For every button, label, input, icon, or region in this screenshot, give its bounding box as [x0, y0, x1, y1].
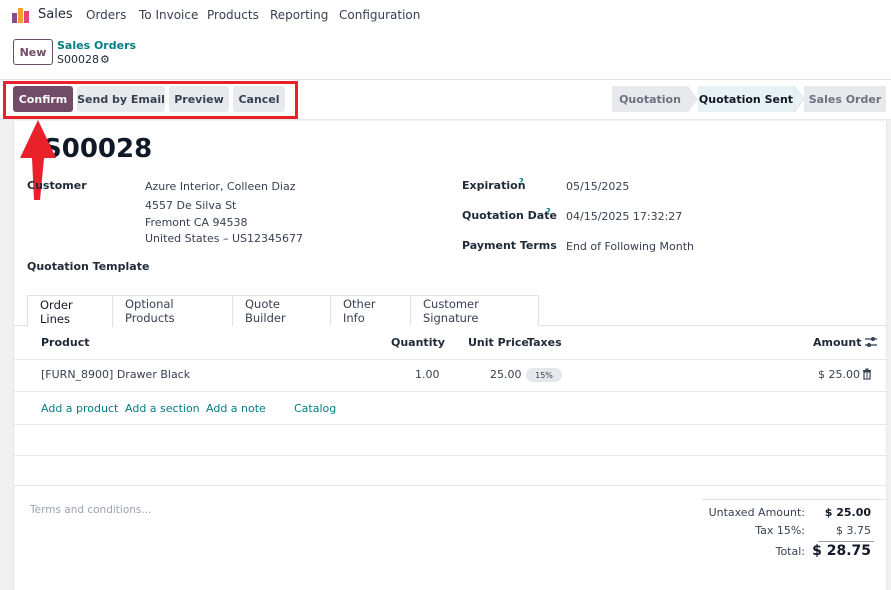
line-amount: $ 25.00: [818, 368, 860, 381]
tab-optional-products[interactable]: Optional Products: [113, 295, 233, 326]
row-divider: [14, 391, 887, 392]
nav-configuration[interactable]: Configuration: [339, 8, 420, 22]
gear-icon[interactable]: ⚙: [100, 53, 110, 66]
record-title: S00028: [43, 134, 153, 164]
top-navbar: Sales Orders To Invoice Products Reporti…: [0, 0, 891, 30]
help-icon[interactable]: ?: [546, 207, 551, 216]
status-separator: [794, 86, 804, 112]
tab-order-lines[interactable]: Order Lines: [27, 295, 113, 327]
expiration-label: Expiration: [462, 179, 526, 192]
nav-orders[interactable]: Orders: [86, 8, 126, 22]
add-note-link[interactable]: Add a note: [206, 402, 266, 415]
column-header-quantity[interactable]: Quantity: [391, 336, 445, 349]
customer-line[interactable]: Azure Interior, Colleen Diaz: [145, 180, 296, 193]
tab-quote-builder[interactable]: Quote Builder: [232, 295, 331, 326]
add-product-link[interactable]: Add a product: [41, 402, 118, 415]
nav-products[interactable]: Products: [207, 8, 259, 22]
breadcrumb-sales-orders[interactable]: Sales Orders: [57, 39, 136, 52]
status-quotation-sent[interactable]: Quotation Sent: [698, 86, 794, 112]
column-header-product[interactable]: Product: [41, 336, 90, 349]
column-header-unit-price[interactable]: Unit Price: [468, 336, 529, 349]
row-divider: [14, 359, 887, 360]
breadcrumb-current: S00028: [57, 53, 99, 66]
line-unit-price[interactable]: 25.00: [490, 368, 522, 381]
annotation-highlight-box: [3, 81, 298, 119]
tab-customer-signature[interactable]: Customer Signature: [410, 295, 539, 326]
total-label: Total:: [775, 545, 805, 558]
untaxed-amount-value: $ 25.00: [824, 506, 871, 519]
column-header-amount[interactable]: Amount: [813, 336, 861, 349]
new-button[interactable]: New: [13, 39, 53, 65]
customer-line: United States – US12345677: [145, 232, 304, 245]
payment-terms-label: Payment Terms: [462, 239, 557, 252]
terms-conditions-input[interactable]: Terms and conditions...: [30, 504, 151, 516]
help-icon[interactable]: ?: [519, 177, 524, 186]
tab-other-info[interactable]: Other Info: [331, 295, 411, 326]
customer-label: Customer: [27, 179, 87, 192]
tax-badge[interactable]: 15%: [526, 368, 562, 382]
totals-divider: [702, 499, 885, 500]
row-divider: [14, 485, 887, 486]
untaxed-amount-label: Untaxed Amount:: [708, 506, 805, 519]
optional-columns-toggle-icon[interactable]: [864, 336, 878, 348]
quotation-date-value[interactable]: 04/15/2025 17:32:27: [566, 210, 682, 223]
trash-icon[interactable]: [862, 368, 872, 380]
status-bar: Quotation Quotation Sent Sales Order: [612, 86, 886, 112]
customer-line: 4557 De Silva St: [145, 199, 237, 212]
tax-label: Tax 15%:: [755, 524, 805, 537]
column-header-taxes[interactable]: Taxes: [527, 336, 562, 349]
status-sales-order[interactable]: Sales Order: [804, 86, 886, 112]
control-panel: New Sales Orders S00028 ⚙: [0, 30, 891, 80]
row-divider: [14, 455, 887, 456]
add-section-link[interactable]: Add a section: [125, 402, 200, 415]
catalog-link[interactable]: Catalog: [294, 402, 336, 415]
nav-reporting[interactable]: Reporting: [270, 8, 328, 22]
payment-terms-value[interactable]: End of Following Month: [566, 240, 694, 253]
status-quotation[interactable]: Quotation: [612, 86, 688, 112]
expiration-value[interactable]: 05/15/2025: [566, 180, 629, 193]
app-name[interactable]: Sales: [38, 7, 73, 22]
quotation-template-label: Quotation Template: [27, 260, 150, 273]
total-value: $ 28.75: [812, 543, 871, 559]
row-divider: [14, 424, 887, 425]
line-product[interactable]: [FURN_8900] Drawer Black: [41, 368, 190, 381]
total-divider: [818, 541, 874, 542]
quotation-date-label: Quotation Date: [462, 209, 557, 222]
nav-to-invoice[interactable]: To Invoice: [139, 8, 198, 22]
sales-app-logo-icon[interactable]: [11, 5, 30, 24]
tax-value: $ 3.75: [836, 524, 871, 537]
status-separator: [688, 86, 698, 112]
customer-line: Fremont CA 94538: [145, 216, 248, 229]
line-quantity[interactable]: 1.00: [415, 368, 440, 381]
